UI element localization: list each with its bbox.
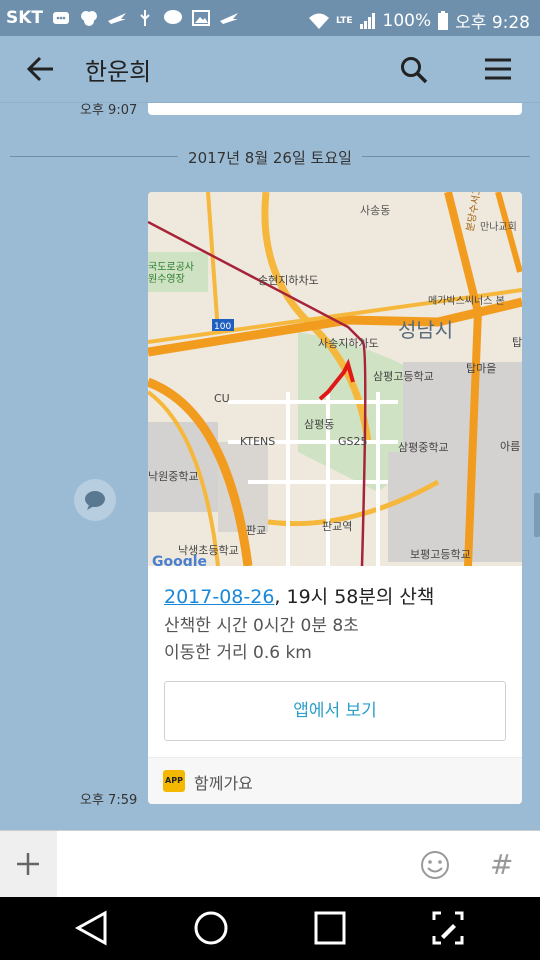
carrier-label: SKT	[6, 8, 44, 28]
cloud-icon	[81, 11, 98, 26]
walk-distance: 이동한 거리 0.6 km	[164, 643, 312, 663]
map-label-sasong: 사송동	[360, 204, 390, 217]
walk-title: 2017-08-26, 19시 58분의 산책	[164, 582, 514, 609]
card-message-time: 오후 7:59	[80, 793, 138, 808]
wing-icon	[108, 13, 127, 24]
chat-scrollbar[interactable]	[534, 493, 540, 537]
hashtag-search-icon[interactable]: #	[490, 848, 513, 881]
map-label-sampyeong: 삼평동	[304, 418, 334, 431]
map-label-route-100: 100	[214, 322, 231, 332]
talk-icon	[164, 10, 183, 24]
plus-icon	[17, 853, 39, 875]
walk-duration: 산책한 시간 0시간 0분 8초	[164, 616, 359, 636]
wifi-icon	[308, 13, 329, 29]
app-name: 함께가요	[194, 774, 253, 793]
date-divider: 2017년 8월 26일 토요일	[10, 147, 530, 167]
open-in-app-button[interactable]: 앱에서 보기	[164, 681, 506, 741]
map-label-sasong-tunnel: 사송지하차도	[318, 336, 379, 350]
network-type: LTE	[335, 15, 353, 26]
message-input-bar: #	[0, 830, 540, 900]
map-label-tapmaeul: 탑마을	[466, 362, 496, 375]
clock: 오후 9:28	[455, 13, 530, 33]
walk-info: 2017-08-26, 19시 58분의 산책 산책한 시간 0시간 0분 8초…	[164, 582, 514, 663]
card-footer[interactable]: APP 함께가요	[148, 757, 522, 804]
menu-icon[interactable]	[484, 57, 512, 81]
app-logo-icon: APP	[163, 770, 185, 792]
chat-area[interactable]: 오후 9:07 2017년 8월 26일 토요일 100 사송동 만나교회 국도…	[0, 103, 540, 830]
battery-percent: 100%	[382, 10, 432, 31]
chat-header: 한운희	[0, 36, 540, 103]
map-label-sampyeong-hs: 삼평고등학교	[373, 370, 434, 383]
search-icon[interactable]	[400, 56, 428, 84]
system-navigation-bar	[0, 897, 540, 960]
nav-back-icon[interactable]	[74, 910, 108, 946]
map-label-songhyeon: 송현지하차도	[258, 273, 319, 287]
google-logo: Google	[152, 554, 207, 566]
walk-share-card[interactable]: 100 사송동 만나교회 국도로공사 원수영장 송현지하차도 메가박스씨너스 본…	[148, 192, 522, 804]
battery-icon	[438, 10, 449, 30]
nav-home-icon[interactable]	[193, 910, 229, 946]
map-label-gs25: GS25	[338, 435, 368, 448]
screen-capture-icon[interactable]	[431, 910, 465, 946]
back-arrow-icon[interactable]	[26, 55, 56, 83]
map-label-wonsu: 원수영장	[148, 273, 185, 285]
map-label-pangyo: 판교	[246, 524, 266, 537]
message-input[interactable]	[57, 831, 401, 900]
previous-message-card[interactable]	[148, 103, 522, 115]
usb-icon	[140, 10, 150, 26]
map-label-manna: 만나교회	[480, 221, 517, 233]
date-divider-text: 2017년 8월 26일 토요일	[178, 149, 362, 167]
map-label-cu: CU	[214, 392, 230, 405]
nav-recents-icon[interactable]	[313, 910, 347, 946]
reply-bubble-icon[interactable]	[74, 479, 116, 521]
map-label-seongnam: 성남시	[398, 318, 453, 342]
walk-title-rest: , 19시 58분의 산책	[274, 586, 435, 608]
chat-notify-icon	[53, 12, 70, 24]
gallery-icon	[192, 10, 211, 26]
map-label-nakwon-ms: 낙원중학교	[148, 470, 199, 483]
message-time: 오후 9:07	[80, 103, 138, 118]
map-label-sampyeong-ms: 삼평중학교	[398, 441, 449, 454]
walk-date-link[interactable]: 2017-08-26	[164, 586, 274, 608]
chat-title: 한운희	[85, 58, 152, 86]
signal-icon	[359, 12, 375, 29]
route-map[interactable]: 100 사송동 만나교회 국도로공사 원수영장 송현지하차도 메가박스씨너스 본…	[148, 192, 522, 566]
status-bar: SKT LTE 100% 오후 9:28	[0, 0, 540, 36]
map-label-ktens: KTENS	[240, 435, 275, 448]
attach-button[interactable]	[0, 831, 57, 898]
emoji-icon[interactable]	[420, 850, 450, 880]
map-label-areum: 아름	[500, 440, 520, 453]
map-label-pangyo-station: 판교역	[322, 520, 352, 533]
map-label-gukdo: 국도로공사	[148, 261, 194, 273]
map-label-megabox: 메가박스씨너스 본	[428, 295, 505, 307]
wing-icon-2	[220, 13, 239, 24]
map-label-bopyeong: 보평고등학교	[410, 548, 471, 561]
map-label-tap: 탑	[512, 336, 522, 349]
